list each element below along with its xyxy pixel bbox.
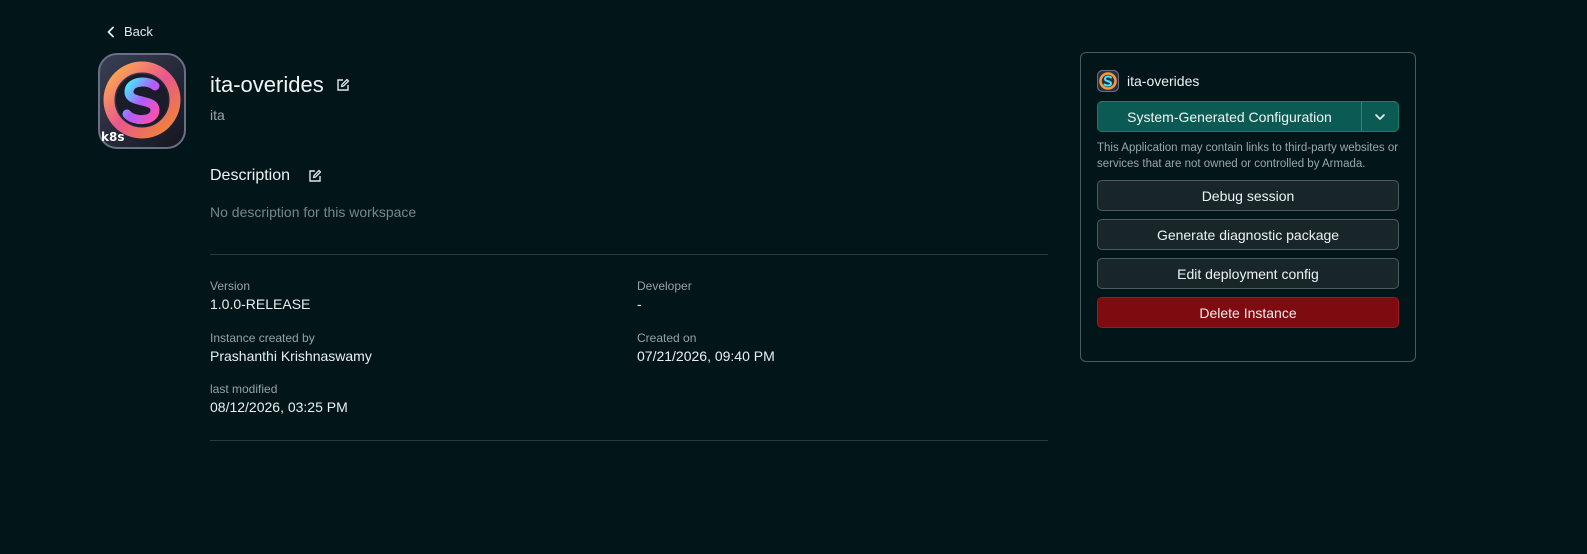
page-title: ita-overides — [210, 72, 324, 97]
config-select[interactable]: System-Generated Configuration — [1097, 101, 1399, 132]
meta-value: 08/12/2026, 03:25 PM — [210, 399, 348, 415]
meta-label: Created on — [637, 331, 697, 345]
config-select-button[interactable]: System-Generated Configuration — [1098, 102, 1361, 131]
description-header: Description — [210, 167, 322, 185]
divider — [210, 254, 1048, 255]
config-dropdown-button[interactable] — [1361, 102, 1398, 131]
panel-title: ita-overides — [1127, 73, 1200, 89]
debug-session-button[interactable]: Debug session — [1097, 180, 1399, 211]
chevron-down-icon — [1375, 113, 1385, 120]
back-link[interactable]: Back — [106, 24, 153, 39]
meta-created-by: Instance created by Prashanthi Krishnasw… — [210, 331, 372, 364]
logo-badge: k8s — [101, 130, 125, 144]
panel-header: ita-overides — [1097, 69, 1399, 93]
app-logo-small — [1097, 70, 1119, 92]
back-label: Back — [124, 24, 153, 39]
meta-created-on: Created on 07/21/2026, 09:40 PM — [637, 331, 775, 364]
chevron-left-icon — [107, 26, 114, 37]
meta-developer: Developer - — [637, 279, 692, 312]
meta-label: Version — [210, 279, 251, 293]
actions-panel: ita-overides System-Generated Configurat… — [1080, 52, 1416, 362]
meta-value: Prashanthi Krishnaswamy — [210, 348, 372, 364]
meta-label: Developer — [637, 279, 692, 293]
edit-deployment-config-button[interactable]: Edit deployment config — [1097, 258, 1399, 289]
divider — [210, 440, 1048, 441]
meta-label: last modified — [210, 382, 278, 396]
app-logo: k8s — [97, 52, 187, 150]
description-text: No description for this workspace — [210, 204, 417, 220]
delete-instance-button[interactable]: Delete Instance — [1097, 297, 1399, 328]
edit-icon[interactable] — [336, 78, 350, 92]
disclaimer-text: This Application may contain links to th… — [1097, 142, 1399, 170]
page-subtitle: ita — [210, 107, 225, 123]
meta-value: 07/21/2026, 09:40 PM — [637, 348, 775, 364]
meta-last-modified: last modified 08/12/2026, 03:25 PM — [210, 382, 348, 415]
meta-value: - — [637, 296, 642, 312]
meta-label: Instance created by — [210, 331, 315, 345]
meta-value: 1.0.0-RELEASE — [210, 296, 311, 312]
generate-diagnostic-button[interactable]: Generate diagnostic package — [1097, 219, 1399, 250]
description-heading: Description — [210, 167, 291, 184]
title-row: ita-overides — [210, 72, 350, 98]
edit-icon[interactable] — [308, 169, 322, 183]
meta-version: Version 1.0.0-RELEASE — [210, 279, 310, 312]
